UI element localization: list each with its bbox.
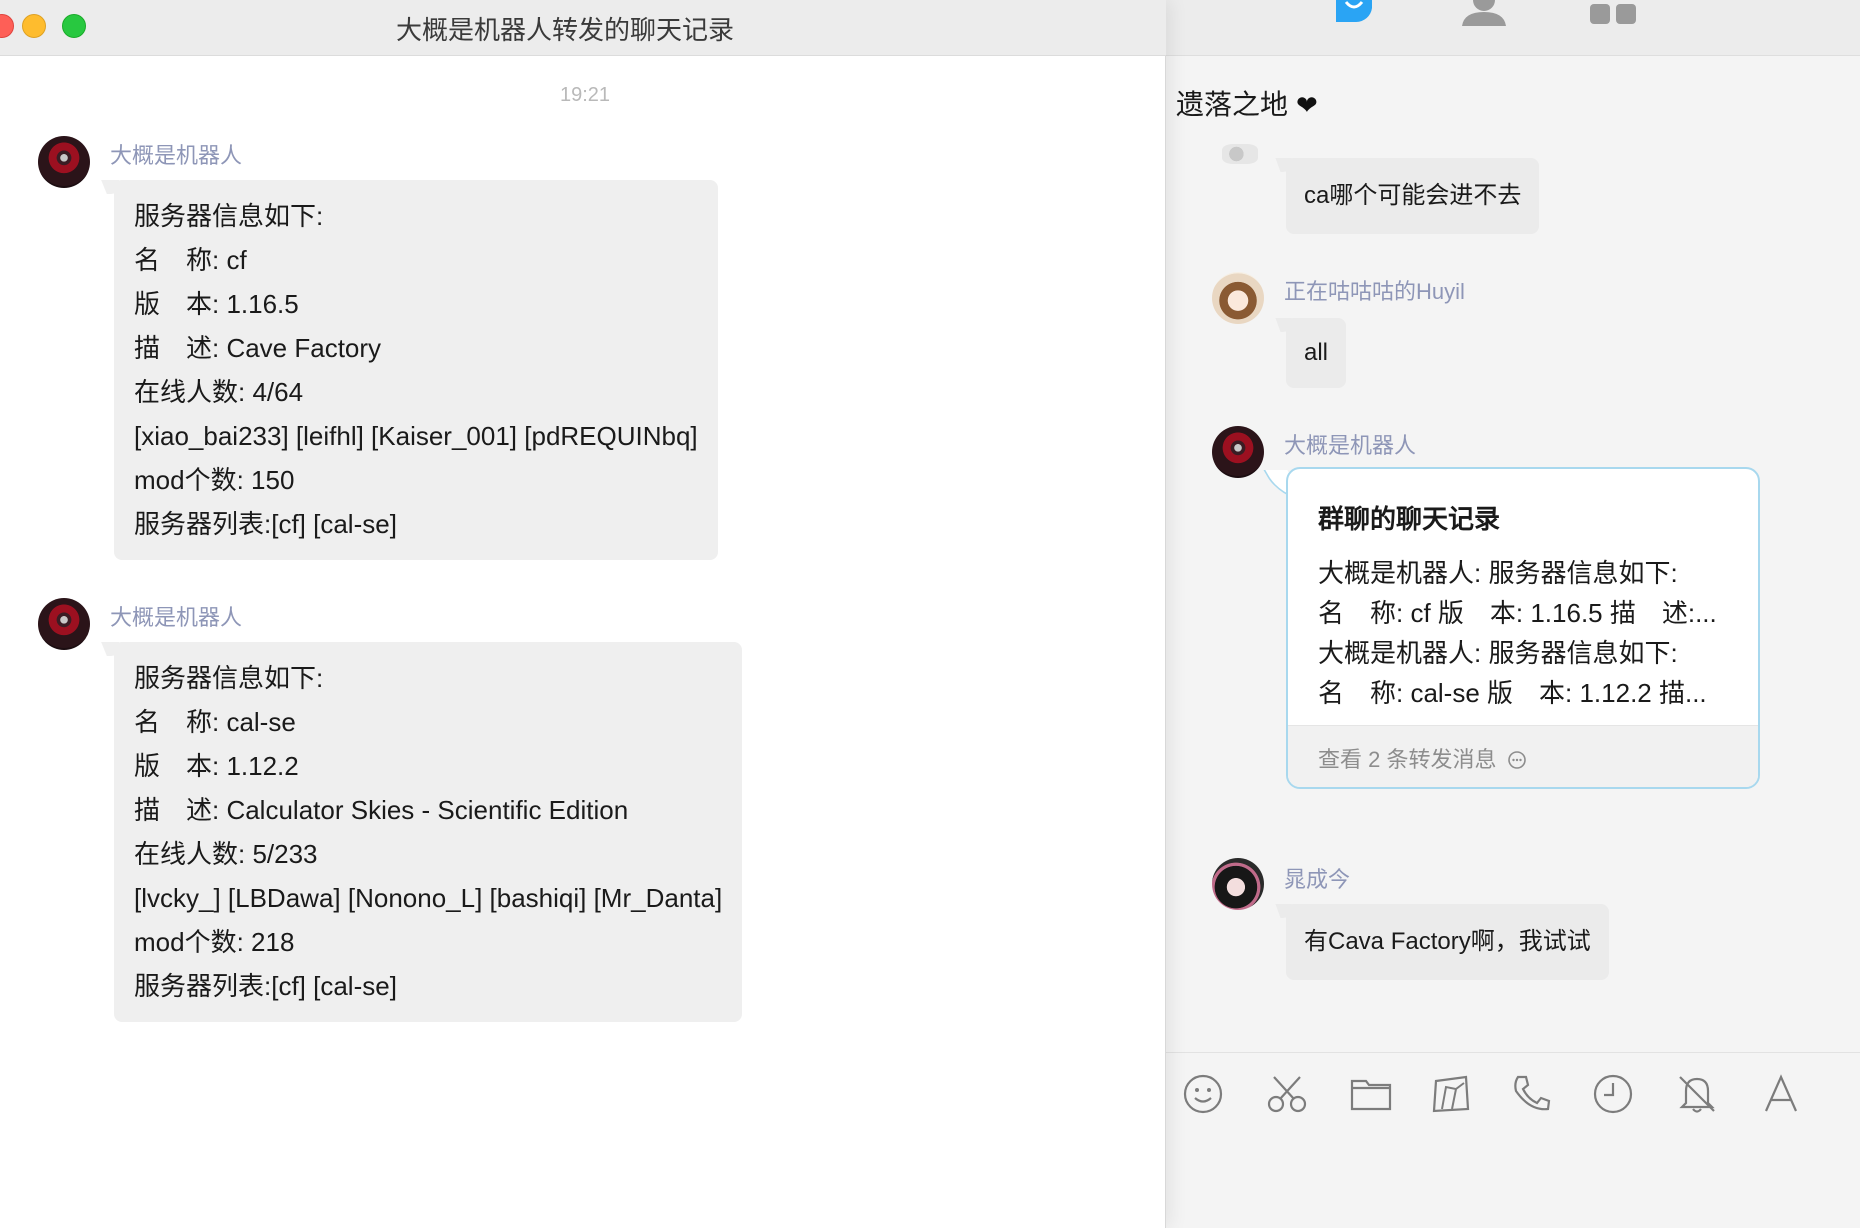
view-forwarded-link[interactable]: 查看 2 条转发消息 [1318,742,1527,774]
message-line: 版 本: 1.16.5 [134,289,299,319]
message-line: 服务器列表:[cf] [cal-se] [134,971,397,1001]
message-bubble[interactable]: 服务器信息如下: 名 称: cf 版 本: 1.16.5 描 述: Cave F… [114,180,718,560]
message-bubble[interactable]: ca哪个可能会进不去 [1286,158,1540,234]
view-forwarded-label: 查看 2 条转发消息 [1318,747,1497,772]
sender-name: 大概是机器人 [110,143,243,168]
sender-name: 大概是机器人 [1284,433,1417,458]
message-line: 版 本: 1.12.2 [134,751,299,781]
forward-card-footer[interactable]: 查看 2 条转发消息 [1288,725,1758,787]
sender-name: 正在咕咕咕的Huyil [1284,279,1465,304]
message-line: [xiao_bai233] [leifhl] [Kaiser_001] [pdR… [134,421,698,451]
message-line: mod个数: 150 [134,465,295,495]
message-bubble[interactable]: all [1286,318,1347,388]
sender-name: 大概是机器人 [110,605,243,630]
avatar[interactable] [38,598,90,650]
forward-preview-line: 名 称: cf 版 本: 1.16.5 描 述:... [1318,598,1717,628]
avatar[interactable] [1222,144,1258,164]
forward-preview-line: 大概是机器人: 服务器信息如下: [1318,638,1678,668]
message-line: [lvcky_] [LBDawa] [Nonono_L] [bashiqi] [… [134,883,723,913]
avatar[interactable] [38,136,90,188]
heart-icon: ❤ [1296,90,1318,120]
group-name: 遗落之地 [1176,89,1289,120]
message-line: 名 称: cf [134,245,247,275]
contacts-icon[interactable] [1460,0,1508,26]
message-text: all [1304,339,1329,366]
top-navigation-bar [1166,0,1860,56]
forwarded-chat-card[interactable]: 群聊的聊天记录 大概是机器人: 服务器信息如下: 名 称: cf 版 本: 1.… [1286,467,1760,789]
avatar[interactable] [1212,426,1264,478]
chat-bubble-icon[interactable] [1332,0,1376,24]
message-line: 名 称: cal-se [134,707,296,737]
message-line: 服务器信息如下: [134,201,324,231]
apps-icon[interactable] [1590,0,1638,26]
message-line: 描 述: Calculator Skies - Scientific Editi… [134,795,629,825]
group-title: 遗落之地 ❤ [1176,83,1318,123]
message-line: 在线人数: 5/233 [134,839,318,869]
message-line: mod个数: 218 [134,927,295,957]
window-title: 大概是机器人转发的聊天记录 [395,15,734,45]
forward-card-title: 群聊的聊天记录 [1318,504,1501,534]
forward-preview-line: 大概是机器人: 服务器信息如下: [1318,558,1678,588]
title-bar: 大概是机器人转发的聊天记录 [0,0,1166,56]
avatar[interactable] [1212,272,1264,324]
message-line: 服务器列表:[cf] [cal-se] [134,509,397,539]
message-line: 在线人数: 4/64 [134,377,304,407]
message-line: 描 述: Cave Factory [134,333,382,363]
chat-bubble-outline-icon [1507,751,1526,769]
forwarded-chat-window: 大概是机器人转发的聊天记录 19:21 大概是机器人 服务器信息如下: 名 称:… [0,0,1166,1228]
message-line: 服务器信息如下: [134,663,324,693]
timestamp: 19:21 [559,84,611,106]
message-bubble[interactable]: 服务器信息如下: 名 称: cal-se 版 本: 1.12.2 描 述: Ca… [114,642,743,1022]
forward-preview-line: 名 称: cal-se 版 本: 1.12.2 描... [1318,678,1707,708]
desktop: 遗落之地 ❤ ca哪个可能会进不去 正在咕咕咕的Huyil all 大概是机器人 … [0,0,1860,1228]
message-text: ca哪个可能会进不去 [1304,182,1522,209]
